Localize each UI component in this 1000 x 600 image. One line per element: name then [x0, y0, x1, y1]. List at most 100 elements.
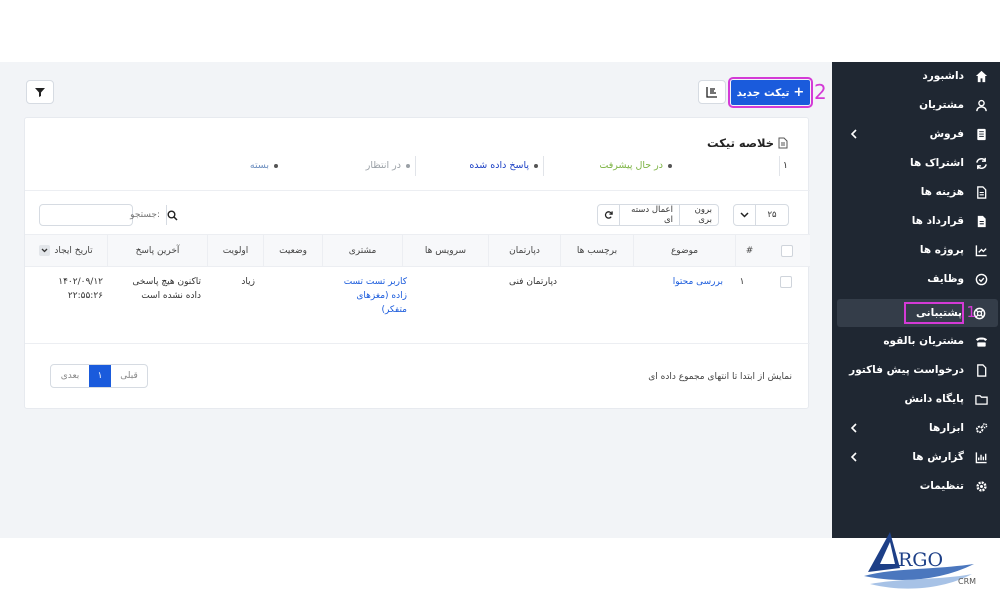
export-button[interactable]: برون بری [680, 205, 718, 225]
page-size-select[interactable]: ۲۵ [733, 204, 789, 226]
sort-desc-icon [39, 245, 51, 256]
sidebar-item-reports[interactable]: گزارش ها [832, 443, 1000, 471]
chart-view-button[interactable] [698, 80, 726, 104]
stat-closed[interactable]: بسته [250, 160, 278, 171]
logo-text: RGO [898, 549, 943, 571]
row-checkbox[interactable] [780, 276, 792, 288]
col-department[interactable]: دپارتمان [488, 235, 560, 266]
sidebar-item-label: فروش [929, 128, 964, 140]
argo-crm-logo: RGO CRM [862, 528, 980, 594]
row-subject-link[interactable]: بررسی محتوا [637, 275, 723, 289]
sidebar-item-dashboard[interactable]: داشبورد [832, 62, 1000, 90]
refresh-button[interactable] [598, 205, 620, 225]
sidebar-item-label: ابزارها [929, 422, 964, 434]
filter-icon [35, 88, 45, 97]
bar-chart-icon [974, 450, 988, 464]
sidebar-item-label: هزینه ها [920, 186, 964, 198]
ticket-summary-title: خلاصه تیکت [707, 136, 788, 150]
sidebar-item-sales[interactable]: فروش [832, 120, 1000, 148]
row-created: ۱۴۰۲/۰۹/۱۲ ۲۲:۵۵:۲۶ [58, 277, 103, 301]
search-input[interactable] [40, 205, 166, 225]
chart-icon [706, 87, 717, 98]
stat-closed-label: بسته [249, 160, 269, 171]
col-created-label: تاریخ ایجاد [54, 245, 93, 256]
col-services[interactable]: سرویس ها [402, 235, 488, 266]
user-icon [974, 98, 988, 112]
new-ticket-button[interactable]: + تیکت جدید [728, 77, 813, 108]
filter-button[interactable] [26, 80, 54, 104]
select-all-checkbox[interactable] [780, 244, 793, 257]
pagination: قبلی ۱ بعدی [50, 364, 148, 388]
refresh-icon [974, 156, 988, 170]
tty-icon [974, 334, 988, 348]
col-subject[interactable]: موضوع [633, 235, 735, 266]
row-last-reply: تاکنون هیچ پاسخی داده نشده است [132, 277, 201, 301]
table-header: # موضوع برچسب ها دپارتمان سرویس ها مشتری… [25, 234, 810, 267]
stat-answered[interactable]: پاسخ داده شده [469, 160, 538, 171]
col-last-reply[interactable]: آخرین پاسخ [107, 235, 207, 266]
stat-pending-label: در انتظار [365, 160, 401, 171]
sidebar-item-expenses[interactable]: هزینه ها [832, 178, 1000, 206]
col-created[interactable]: تاریخ ایجاد [25, 235, 107, 266]
sidebar-item-label: مشتریان [919, 99, 964, 111]
row-id: ۱ [739, 277, 745, 287]
gear-icon [974, 479, 988, 493]
sidebar-item-knowledge-base[interactable]: پایگاه دانش [832, 385, 1000, 413]
col-number[interactable]: # [735, 235, 763, 266]
col-tags[interactable]: برچسب ها [560, 235, 633, 266]
app-window: + تیکت جدید 2 خلاصه تیکت ۱ در حال پیشرفت… [0, 0, 1000, 600]
col-customer[interactable]: مشتری [322, 235, 402, 266]
logo-subtext: CRM [958, 577, 976, 586]
sidebar-item-label: درخواست پیش فاکتور [849, 364, 964, 376]
next-page-button[interactable]: بعدی [51, 365, 89, 387]
search-icon [167, 210, 178, 221]
plus-icon: + [793, 85, 805, 100]
folder-icon [974, 392, 988, 406]
sidebar-item-label: داشبورد [922, 70, 964, 82]
sidebar-item-label: مشتریان بالقوه [883, 335, 964, 347]
new-ticket-label: تیکت جدید [736, 86, 790, 99]
sidebar-item-estimate-request[interactable]: درخواست پیش فاکتور [832, 356, 1000, 384]
stat-pending[interactable]: در انتظار [366, 160, 410, 171]
support-highlight-box [904, 302, 964, 324]
sidebar-item-customers[interactable]: مشتریان [832, 91, 1000, 119]
sidebar-item-projects[interactable]: پروژه ها [832, 236, 1000, 264]
check-circle-icon [974, 272, 988, 286]
stat-total-count: ۱ [782, 160, 788, 171]
row-checkbox-cell [780, 276, 792, 288]
search-button[interactable] [166, 205, 178, 225]
sidebar-item-subscriptions[interactable]: اشتراک ها [832, 149, 1000, 177]
home-icon [974, 69, 988, 83]
col-priority[interactable]: اولویت [207, 235, 263, 266]
status-dot [406, 163, 410, 168]
sidebar-item-leads[interactable]: مشتریان بالقوه [832, 327, 1000, 355]
pagination-info: نمایش از ابتدا تا انتهای مجموع داده ای [648, 372, 792, 382]
col-status[interactable]: وضعیت [263, 235, 322, 266]
sidebar-item-utilities[interactable]: ابزارها [832, 414, 1000, 442]
sidebar-item-label: تنظیمات [919, 480, 964, 492]
sidebar-item-settings[interactable]: تنظیمات [832, 472, 1000, 500]
summary-title-text: خلاصه تیکت [707, 136, 774, 150]
status-dot [668, 163, 672, 168]
stat-in-progress-label: در حال پیشرفت [599, 160, 663, 171]
stat-answered-label: پاسخ داده شده [469, 160, 529, 171]
sidebar-item-tasks[interactable]: وظایف [832, 265, 1000, 293]
bulk-action-button[interactable]: اعمال دسته ای [620, 205, 680, 225]
sidebar-item-contracts[interactable]: قرارداد ها [832, 207, 1000, 235]
page-size-value: ۲۵ [767, 210, 777, 220]
sidebar-item-label: اشتراک ها [910, 157, 964, 169]
cogs-icon [974, 421, 988, 435]
callout-number-2: 2 [814, 80, 827, 104]
receipt-icon [974, 127, 988, 141]
chevron-left-icon [850, 129, 857, 139]
page-1-button[interactable]: ۱ [89, 365, 111, 387]
row-customer-link[interactable]: کاربر تست تست زاده (مغزهای متفکر) [333, 275, 407, 317]
sidebar: داشبورد مشتریان فروش اشتراک ها هزینه ها … [832, 62, 1000, 538]
prev-page-button[interactable]: قبلی [111, 365, 147, 387]
ticket-status-summary: ۱ در حال پیشرفت پاسخ داده شده در انتظار … [23, 154, 808, 178]
refresh-icon [604, 211, 613, 219]
stat-in-progress[interactable]: در حال پیشرفت [599, 160, 672, 171]
status-dot [274, 163, 278, 168]
table-search [39, 204, 178, 226]
file-outline-icon [974, 363, 988, 377]
